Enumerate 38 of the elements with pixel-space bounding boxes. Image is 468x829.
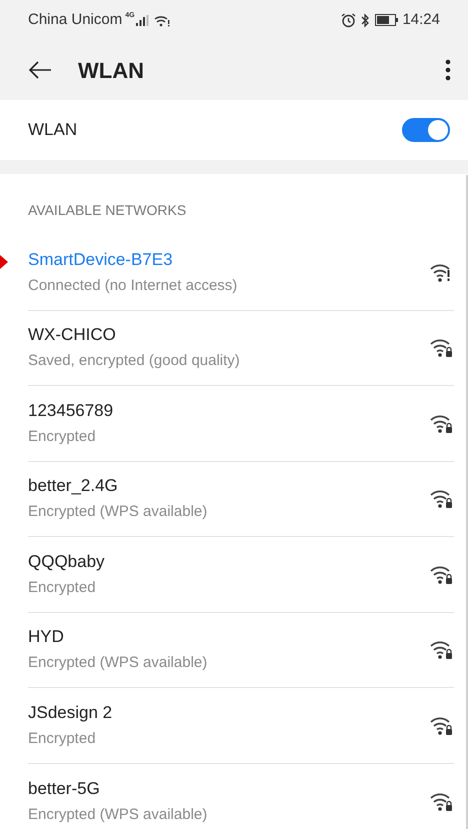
network-list-item[interactable]: JSdesign 2 Encrypted bbox=[28, 688, 454, 764]
network-name: WX-CHICO bbox=[28, 324, 117, 346]
network-list-item[interactable]: HYD Encrypted (WPS available) bbox=[28, 612, 454, 688]
wlan-label: WLAN bbox=[28, 119, 78, 142]
more-options-icon bbox=[445, 59, 451, 81]
network-name: better_2.4G bbox=[28, 475, 119, 498]
wlan-toggle[interactable] bbox=[402, 118, 450, 142]
network-name: JSdesign 2 bbox=[28, 702, 114, 724]
network-status: Encrypted (WPS available) bbox=[28, 804, 208, 825]
network-name: SmartDevice-B7E3 bbox=[28, 248, 174, 271]
network-name: HYD bbox=[28, 626, 65, 648]
network-status: Encrypted bbox=[28, 728, 97, 749]
network-list-item[interactable]: better-5G Encrypted (WPS available) bbox=[28, 764, 454, 829]
network-name: 123456789 bbox=[28, 400, 114, 422]
back-arrow-icon bbox=[28, 60, 52, 80]
network-list-item[interactable]: 123456789 Encrypted bbox=[28, 386, 454, 462]
network-list-item[interactable]: QQQbaby Encrypted bbox=[28, 537, 454, 612]
network-status: Encrypted bbox=[28, 426, 97, 447]
network-list-item[interactable]: WX-CHICO Saved, encrypted (good quality) bbox=[28, 310, 454, 386]
network-status: Encrypted bbox=[28, 578, 97, 598]
network-name: better-5G bbox=[28, 778, 101, 800]
carrier-name: China Unicom bbox=[28, 10, 122, 30]
network-status: Connected (no Internet access) bbox=[28, 276, 238, 296]
network-list-item[interactable]: better_2.4G Encrypted (WPS available) bbox=[28, 462, 454, 537]
alarm-icon bbox=[341, 12, 356, 28]
cell-signal-icon bbox=[136, 14, 150, 26]
battery-icon bbox=[375, 14, 400, 26]
bluetooth-icon bbox=[360, 12, 370, 28]
network-list-item[interactable]: SmartDevice-B7E3 Connected (no Internet access) bbox=[28, 235, 454, 310]
clock-time: 14:24 bbox=[402, 10, 440, 30]
wifi-icon bbox=[154, 14, 170, 26]
pointer-arrow-icon bbox=[0, 255, 8, 269]
network-status: Encrypted (WPS available) bbox=[28, 502, 208, 522]
screen-title: WLAN bbox=[78, 56, 144, 84]
network-status: Saved, encrypted (good quality) bbox=[28, 351, 241, 372]
network-name: QQQbaby bbox=[28, 550, 106, 573]
network-status: Encrypted (WPS available) bbox=[28, 653, 208, 674]
section-header: AVAILABLE NETWORKS bbox=[28, 201, 186, 220]
